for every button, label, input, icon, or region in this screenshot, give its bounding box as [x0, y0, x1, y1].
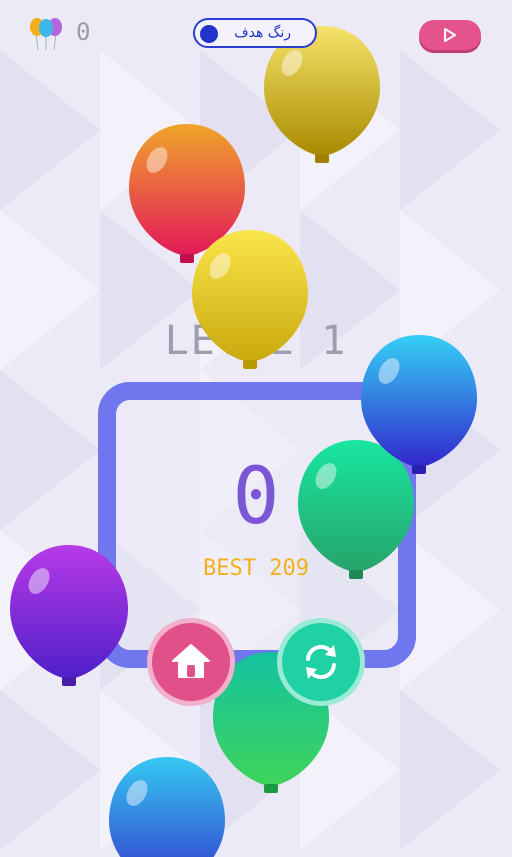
target-color-indicator: رنگ هدف: [193, 18, 317, 48]
target-color-label: رنگ هدف: [234, 25, 291, 41]
restart-button[interactable]: [277, 618, 365, 706]
home-button[interactable]: [147, 618, 235, 706]
restart-icon: [306, 644, 336, 680]
play-icon: [444, 28, 456, 42]
target-color-dot: [200, 25, 218, 43]
play-button[interactable]: [419, 20, 481, 50]
balloon-purple[interactable]: [8, 543, 130, 695]
popped-count: 0: [76, 18, 91, 46]
balloons-icon: [30, 18, 62, 51]
balloon-yellow[interactable]: [190, 228, 310, 378]
hud-bar: 0 رنگ هدف: [0, 0, 512, 60]
balloon-blue[interactable]: [359, 333, 479, 483]
balloon-blue[interactable]: [107, 755, 227, 857]
home-icon: [172, 644, 210, 678]
